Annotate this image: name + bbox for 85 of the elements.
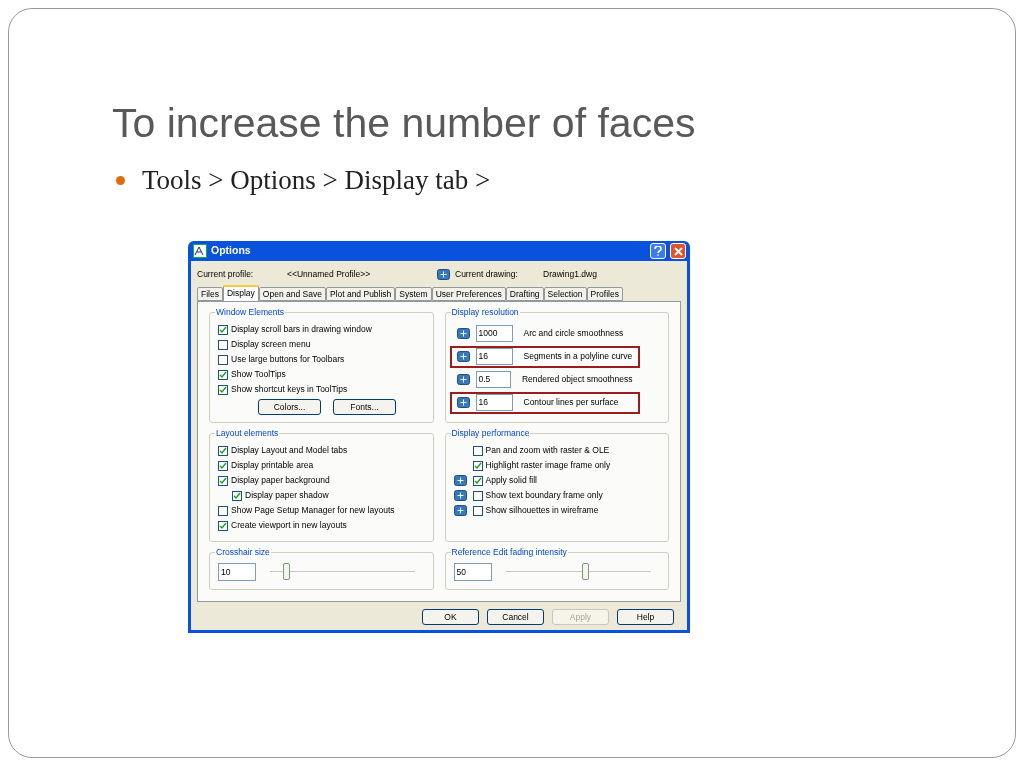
group-title: Crosshair size xyxy=(215,547,271,558)
profile-label: Current profile: xyxy=(197,267,255,281)
group-title: Display performance xyxy=(450,428,531,439)
drawing-file-icon xyxy=(456,397,470,408)
tab[interactable]: System xyxy=(395,287,432,301)
drawing-value: Drawing1.dwg xyxy=(543,267,597,281)
drawing-file-icon xyxy=(456,351,470,362)
tab[interactable]: Files xyxy=(197,287,223,301)
field-label: Arc and circle smoothness xyxy=(523,327,624,340)
tab[interactable]: Plot and Publish xyxy=(325,287,396,301)
dialog-button[interactable]: OK xyxy=(422,609,479,625)
slider-thumb[interactable] xyxy=(582,563,590,580)
checkbox-label: Show text boundary frame only xyxy=(485,489,603,502)
drawing-label: Current drawing: xyxy=(455,267,519,281)
checkbox[interactable] xyxy=(218,369,228,380)
checkbox[interactable] xyxy=(218,339,228,350)
checkbox[interactable] xyxy=(218,520,228,531)
checkbox[interactable] xyxy=(218,505,228,516)
checkbox-label: Pan and zoom with raster & OLE xyxy=(485,444,610,457)
drawing-file-icon xyxy=(453,490,467,501)
dialog-button[interactable]: Cancel xyxy=(487,609,544,625)
tab[interactable]: Open and Save xyxy=(258,287,326,301)
tab[interactable]: Drafting xyxy=(505,287,544,301)
checkbox[interactable] xyxy=(472,505,483,516)
checkbox-label: Display paper shadow xyxy=(245,489,329,502)
drawing-file-icon xyxy=(456,328,470,339)
bullet-icon xyxy=(116,175,125,185)
slider-thumb[interactable] xyxy=(282,563,290,580)
tab[interactable]: User Preferences xyxy=(431,287,506,301)
window-title: Options xyxy=(211,243,252,259)
checkbox-label: Display scroll bars in drawing window xyxy=(231,323,372,336)
checkbox[interactable] xyxy=(472,445,483,456)
number-field[interactable]: 10 xyxy=(218,563,256,581)
checkbox-label: Show ToolTips xyxy=(231,368,286,381)
slide-title: To increase the number of faces xyxy=(112,99,697,147)
tab[interactable]: Profiles xyxy=(586,287,623,301)
checkbox[interactable] xyxy=(218,445,228,456)
checkbox[interactable] xyxy=(232,490,242,501)
checkbox-label: Create viewport in new layouts xyxy=(231,519,347,532)
dialog-button[interactable]: Colors... xyxy=(258,399,321,415)
tab[interactable]: Display xyxy=(222,285,259,301)
field-label: Segments in a polyline curve xyxy=(523,350,633,363)
group-title: Window Elements xyxy=(215,307,286,318)
checkbox-label: Display screen menu xyxy=(231,338,311,351)
checkbox[interactable] xyxy=(218,324,228,335)
dialog-button[interactable]: Help xyxy=(617,609,674,625)
checkbox[interactable] xyxy=(218,460,228,471)
profile-value: <<Unnamed Profile>> xyxy=(287,267,372,281)
drawing-file-icon xyxy=(453,475,467,486)
group-title: Layout elements xyxy=(215,428,280,439)
checkbox-label: Display printable area xyxy=(231,459,314,472)
checkbox[interactable] xyxy=(472,490,483,501)
checkbox-label: Show silhouettes in wireframe xyxy=(485,504,599,517)
checkbox[interactable] xyxy=(218,354,228,365)
field-label: Rendered object smoothness xyxy=(521,373,633,386)
number-field[interactable]: 0.5 xyxy=(475,371,511,388)
number-field[interactable]: 16 xyxy=(475,348,513,365)
checkbox[interactable] xyxy=(218,475,228,486)
close-button[interactable] xyxy=(670,243,686,259)
help-button[interactable] xyxy=(650,243,666,259)
checkbox[interactable] xyxy=(472,460,483,471)
number-field[interactable]: 50 xyxy=(453,563,492,581)
checkbox[interactable] xyxy=(218,384,228,395)
group-title: Reference Edit fading intensity xyxy=(450,547,568,558)
field-label: Contour lines per surface xyxy=(523,396,619,409)
dialog-button[interactable]: Fonts... xyxy=(333,399,396,415)
checkbox[interactable] xyxy=(472,475,483,486)
number-field[interactable]: 16 xyxy=(475,394,513,411)
checkbox-label: Use large buttons for Toolbars xyxy=(231,353,345,366)
number-field[interactable]: 1000 xyxy=(475,325,513,342)
checkbox-label: Show shortcut keys in ToolTips xyxy=(231,383,348,396)
group-title: Display resolution xyxy=(450,307,520,318)
drawing-file-icon xyxy=(453,505,467,516)
drawing-file-icon xyxy=(437,268,450,280)
checkbox-label: Display Layout and Model tabs xyxy=(231,444,348,457)
tab[interactable]: Selection xyxy=(543,287,587,301)
checkbox-label: Display paper background xyxy=(231,474,330,487)
bullet-text: Tools > Options > Display tab > xyxy=(142,164,491,196)
app-icon xyxy=(193,244,207,258)
close-icon xyxy=(673,246,683,256)
drawing-file-icon xyxy=(456,374,470,385)
checkbox-label: Show Page Setup Manager for new layouts xyxy=(231,504,395,517)
checkbox-label: Highlight raster image frame only xyxy=(485,459,611,472)
checkbox-label: Apply solid fill xyxy=(485,474,537,487)
question-mark-icon xyxy=(654,246,662,256)
